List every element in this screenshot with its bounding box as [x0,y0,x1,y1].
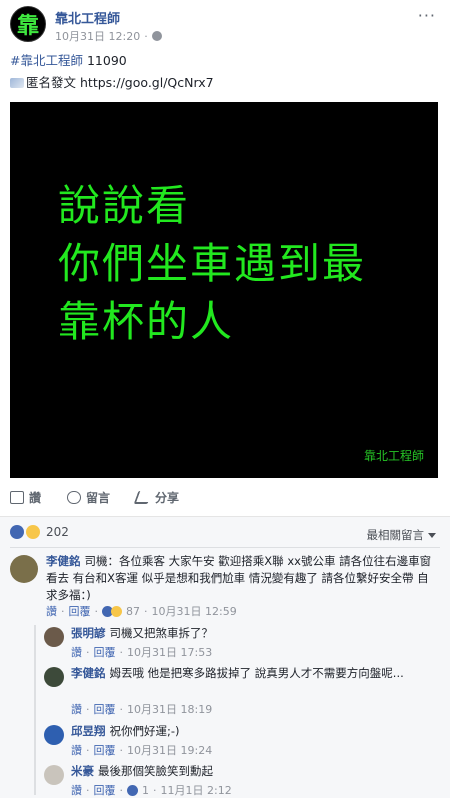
comment-like-link[interactable]: 讚 [71,742,82,758]
more-options-icon[interactable]: ··· [418,6,436,25]
chevron-down-icon [428,533,436,538]
avatar[interactable] [44,627,64,647]
post-meta: 10月31日 12:20 · [55,28,162,44]
comment-text: 司機又把煞車拆了？ [109,626,214,640]
reply-thread-line [34,625,36,795]
commenter-name[interactable]: 張明諺 [71,626,106,640]
avatar[interactable] [44,765,64,785]
avatar[interactable] [10,555,38,583]
post-text: #靠北工程師 11090 匿名發文 https://goo.gl/QcNrx7 [10,50,214,94]
comment-time[interactable]: 10月31日 18:19 [127,701,212,717]
like-button[interactable]: 讚 [10,489,41,506]
comment-reply-link[interactable]: 回覆 [94,782,116,798]
comment-meta: 讚 · 回覆 · 10月31日 17:53 [71,644,213,660]
post-actions: 讚 留言 分享 [0,482,450,512]
comment-text: 最後那個笑臉笑到勳起 [98,764,213,778]
comment-reaction-count[interactable]: 87 [126,605,140,618]
comment-text: 司機：各位乘客 大家午安 歡迎搭乘X聯 xx號公車 請各位往右邊車窗看去 有台和… [46,554,432,602]
comments-section: 202 最相關留言 李健銘 司機：各位乘客 大家午安 歡迎搭乘X聯 xx號公車 請… [0,516,450,798]
avatar[interactable] [44,725,64,745]
image-signature: 靠北工程師 [363,449,424,463]
share-arrow-icon [133,490,153,504]
post-number: 11090 [86,53,127,68]
post-header: 靠 靠北工程師 10月31日 12:20 · ··· [0,0,450,46]
comment-like-link[interactable]: 讚 [71,644,82,660]
like-reaction-icon [127,784,138,796]
comment-like-link[interactable]: 讚 [71,701,82,717]
reply-item: 邱昱翔 祝你們好運;-) 讚 · 回覆 · 10月31日 19:24 [44,723,440,761]
comment-meta: 讚 · 回覆 · 87 · 10月31日 12:59 [46,603,237,619]
image-text-line-3: 靠杯的人 [58,297,235,346]
comment-meta: 讚 · 回覆 · 10月31日 18:19 [71,701,213,717]
comment-body: 邱昱翔 祝你們好運;-) [71,723,436,740]
reaction-summary[interactable]: 202 [10,525,69,539]
comment-reply-link[interactable]: 回覆 [94,742,116,758]
speech-bubble-icon [67,490,82,504]
page-avatar[interactable]: 靠 [10,6,46,42]
post-link[interactable]: https://goo.gl/QcNrx7 [80,75,214,90]
comment-time[interactable]: 11月1日 2:12 [161,782,232,798]
reply-item: 米豪 最後那個笑臉笑到勳起 讚 · 回覆 · 1 · 11月1日 2:12 [44,763,440,798]
image-text-line-1: 說說看 [58,181,191,230]
comment-button[interactable]: 留言 [67,489,110,506]
divider [10,547,440,548]
comment-reply-link[interactable]: 回覆 [94,644,116,660]
anon-label: 匿名發文 [26,75,77,90]
comment-item: 李健銘 司機：各位乘客 大家午安 歡迎搭乘X聯 xx號公車 請各位往右邊車窗看去 … [10,553,440,621]
post-date[interactable]: 10月31日 12:20 [55,28,140,44]
image-text-line-2: 你們坐車遇到最 [58,239,367,288]
hashtag-link[interactable]: #靠北工程師 [10,53,83,68]
reply-item: 李健銘 姆丟哦 他是把寒多路拔掉了 說真男人才不需要方向盤呢... 讚 · 回覆 … [44,665,440,719]
comment-body: 米豪 最後那個笑臉笑到勳起 [71,763,436,780]
comment-meta: 讚 · 回覆 · 1 · 11月1日 2:12 [71,782,232,798]
comment-reply-link[interactable]: 回覆 [69,603,91,619]
comment-reaction-count[interactable]: 1 [142,784,149,797]
comment-body: 李健銘 司機：各位乘客 大家午安 歡迎搭乘X聯 xx號公車 請各位往右邊車窗看去 … [46,553,436,604]
avatar[interactable] [44,667,64,687]
reply-item: 張明諺 司機又把煞車拆了？ 讚 · 回覆 · 10月31日 17:53 [44,625,440,663]
commenter-name[interactable]: 李健銘 [46,554,81,568]
comment-body: 張明諺 司機又把煞車拆了？ [71,625,436,642]
comment-time[interactable]: 10月31日 17:53 [127,644,212,660]
haha-reaction-icon [111,605,122,617]
reaction-count: 202 [46,525,69,539]
share-button[interactable]: 分享 [133,489,179,506]
thumbs-up-icon [10,490,24,504]
commenter-name[interactable]: 米豪 [71,764,94,778]
comment-time[interactable]: 10月31日 12:59 [152,603,237,619]
post-image[interactable]: 說說看 你們坐車遇到最 靠杯的人 靠北工程師 [10,102,438,478]
commenter-name[interactable]: 李健銘 [71,666,106,680]
comment-meta: 讚 · 回覆 · 10月31日 19:24 [71,742,213,758]
comment-time[interactable]: 10月31日 19:24 [127,742,212,758]
comment-text: 祝你們好運;-) [109,724,180,738]
comment-like-link[interactable]: 讚 [46,603,57,619]
globe-icon [151,31,162,41]
comment-sort-dropdown[interactable]: 最相關留言 [367,527,436,543]
page-name-link[interactable]: 靠北工程師 [55,8,120,27]
comment-reply-link[interactable]: 回覆 [94,701,116,717]
like-reaction-icon [10,525,24,539]
haha-reaction-icon [26,525,40,539]
commenter-name[interactable]: 邱昱翔 [71,724,106,738]
comment-text: 姆丟哦 他是把寒多路拔掉了 說真男人才不需要方向盤呢... [109,666,404,680]
comment-like-link[interactable]: 讚 [71,782,82,798]
comment-body: 李健銘 姆丟哦 他是把寒多路拔掉了 說真男人才不需要方向盤呢... [71,665,426,682]
pencil-icon [10,78,24,88]
